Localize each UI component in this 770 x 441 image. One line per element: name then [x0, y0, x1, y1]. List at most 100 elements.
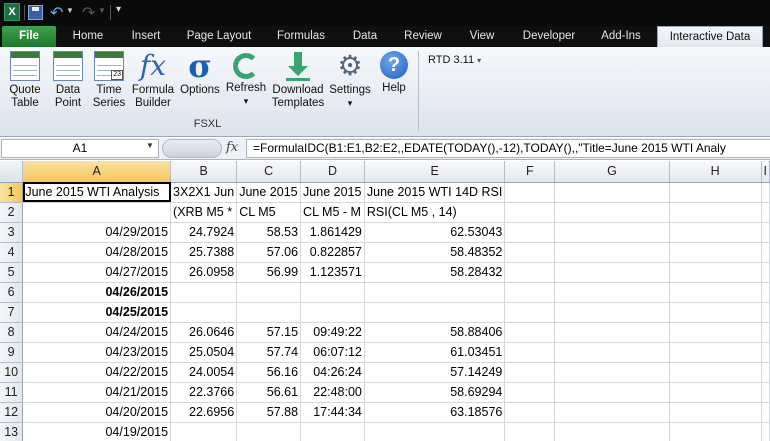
- formula-bar-resize-handle[interactable]: [162, 139, 222, 158]
- column-header-c[interactable]: C: [236, 161, 302, 183]
- cell-a5[interactable]: 04/27/2015: [22, 262, 172, 283]
- cell-b11[interactable]: 22.3766: [170, 382, 238, 403]
- cell-e10[interactable]: 57.14249: [364, 362, 506, 383]
- cell-g4[interactable]: [554, 242, 670, 263]
- row-header[interactable]: 12: [0, 402, 24, 423]
- cell-d8[interactable]: 09:49:22: [300, 322, 365, 343]
- cell-g6[interactable]: [554, 282, 670, 303]
- column-header-h[interactable]: H: [669, 161, 762, 183]
- cell-b7[interactable]: [170, 302, 238, 323]
- cell-a9[interactable]: 04/23/2015: [22, 342, 172, 363]
- cell-c8[interactable]: 57.15: [236, 322, 302, 343]
- cell-f6[interactable]: [504, 282, 556, 303]
- cell-c11[interactable]: 56.61: [236, 382, 302, 403]
- name-box-dropdown-icon[interactable]: ▼: [146, 141, 154, 150]
- cell-i11[interactable]: [761, 382, 770, 403]
- cell-h9[interactable]: [669, 342, 762, 363]
- cell-b1[interactable]: 3X2X1 Jun: [170, 182, 238, 203]
- tab-developer[interactable]: Developer: [516, 26, 582, 47]
- select-all-corner[interactable]: [0, 161, 24, 183]
- cell-d3[interactable]: 1.861429: [300, 222, 365, 243]
- cell-e11[interactable]: 58.69294: [364, 382, 506, 403]
- row-header[interactable]: 1: [0, 182, 24, 203]
- cell-e6[interactable]: [364, 282, 506, 303]
- column-header-d[interactable]: D: [300, 161, 365, 183]
- cell-c3[interactable]: 58.53: [236, 222, 302, 243]
- cell-c6[interactable]: [236, 282, 302, 303]
- cell-h7[interactable]: [669, 302, 762, 323]
- cell-g8[interactable]: [554, 322, 670, 343]
- tab-page-layout[interactable]: Page Layout: [182, 26, 256, 47]
- rtd-version-dropdown[interactable]: RTD 3.11 ▾: [428, 54, 481, 66]
- column-header-e[interactable]: E: [364, 161, 506, 183]
- cell-f1[interactable]: [504, 182, 556, 203]
- cell-d7[interactable]: [300, 302, 365, 323]
- cell-d2[interactable]: CL M5 - M: [300, 202, 365, 223]
- cell-c5[interactable]: 56.99: [236, 262, 302, 283]
- cell-a6[interactable]: 04/26/2015: [22, 282, 172, 303]
- cell-h11[interactable]: [669, 382, 762, 403]
- cell-b8[interactable]: 26.0646: [170, 322, 238, 343]
- cell-c4[interactable]: 57.06: [236, 242, 302, 263]
- cell-i7[interactable]: [761, 302, 770, 323]
- tab-home[interactable]: Home: [64, 26, 112, 47]
- cell-a11[interactable]: 04/21/2015: [22, 382, 172, 403]
- cell-h4[interactable]: [669, 242, 762, 263]
- cell-a1[interactable]: June 2015 WTI Analysis: [22, 182, 172, 203]
- cell-g12[interactable]: [554, 402, 670, 423]
- cell-d5[interactable]: 1.123571: [300, 262, 365, 283]
- quote-table-button[interactable]: Quote Table: [4, 51, 46, 110]
- cell-g7[interactable]: [554, 302, 670, 323]
- save-icon[interactable]: [28, 5, 43, 20]
- row-header[interactable]: 9: [0, 342, 24, 363]
- cell-d13[interactable]: [300, 422, 365, 441]
- row-header[interactable]: 2: [0, 202, 24, 223]
- name-box[interactable]: A1: [1, 139, 159, 158]
- row-header[interactable]: 8: [0, 322, 24, 343]
- cell-i4[interactable]: [761, 242, 770, 263]
- insert-function-icon[interactable]: fx: [226, 140, 238, 155]
- cell-b13[interactable]: [170, 422, 238, 441]
- cell-i13[interactable]: [761, 422, 770, 441]
- formula-input[interactable]: =FormulaIDC(B1:E1,B2:E2,,EDATE(TODAY(),-…: [246, 139, 770, 158]
- cell-c12[interactable]: 57.88: [236, 402, 302, 423]
- cell-d1[interactable]: June 2015: [300, 182, 365, 203]
- row-header[interactable]: 3: [0, 222, 24, 243]
- formula-builder-button[interactable]: fx Formula Builder: [130, 51, 176, 110]
- column-header-f[interactable]: F: [504, 161, 556, 183]
- tab-add-ins[interactable]: Add-Ins: [594, 26, 648, 47]
- cell-e7[interactable]: [364, 302, 506, 323]
- undo-dropdown-icon[interactable]: ▼: [66, 6, 74, 24]
- cell-c13[interactable]: [236, 422, 302, 441]
- cell-d9[interactable]: 06:07:12: [300, 342, 365, 363]
- cell-a8[interactable]: 04/24/2015: [22, 322, 172, 343]
- cell-b10[interactable]: 24.0054: [170, 362, 238, 383]
- cell-c9[interactable]: 57.74: [236, 342, 302, 363]
- cell-f12[interactable]: [504, 402, 556, 423]
- row-header[interactable]: 13: [0, 422, 24, 441]
- column-header-i[interactable]: I: [761, 161, 770, 183]
- cell-e1[interactable]: June 2015 WTI 14D RSI: [364, 182, 506, 203]
- cell-f8[interactable]: [504, 322, 556, 343]
- excel-x-icon[interactable]: X: [4, 3, 20, 21]
- cell-h5[interactable]: [669, 262, 762, 283]
- customize-qat-icon[interactable]: ▾: [116, 4, 121, 22]
- tab-insert[interactable]: Insert: [124, 26, 168, 47]
- cell-b3[interactable]: 24.7924: [170, 222, 238, 243]
- tab-view[interactable]: View: [464, 26, 500, 47]
- cell-g2[interactable]: [554, 202, 670, 223]
- cell-f5[interactable]: [504, 262, 556, 283]
- help-button[interactable]: ? Help: [376, 51, 412, 95]
- cell-e4[interactable]: 58.48352: [364, 242, 506, 263]
- row-header[interactable]: 7: [0, 302, 24, 323]
- cell-f4[interactable]: [504, 242, 556, 263]
- row-header[interactable]: 5: [0, 262, 24, 283]
- cell-h10[interactable]: [669, 362, 762, 383]
- cell-i1[interactable]: [761, 182, 770, 203]
- row-header[interactable]: 10: [0, 362, 24, 383]
- cell-a13[interactable]: 04/19/2015: [22, 422, 172, 441]
- cell-a4[interactable]: 04/28/2015: [22, 242, 172, 263]
- cell-d11[interactable]: 22:48:00: [300, 382, 365, 403]
- cell-h13[interactable]: [669, 422, 762, 441]
- cell-a3[interactable]: 04/29/2015: [22, 222, 172, 243]
